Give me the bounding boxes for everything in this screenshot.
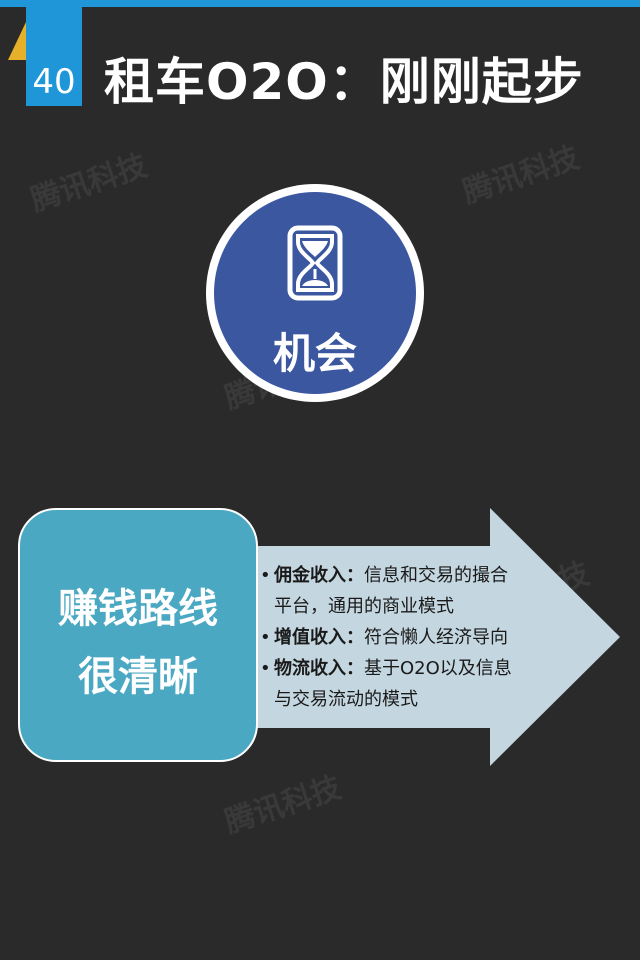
corner-accent-triangle [8,22,26,60]
revenue-item-logistics: • 物流收入：基于O2O以及信息 与交易流动的模式 [258,653,538,715]
watermark: 腾讯科技 [458,140,584,211]
watermark: 腾讯科技 [26,148,152,219]
watermark: 腾讯科技 [220,770,346,841]
bullet-dot: • [260,627,271,648]
revenue-item-title: 增值收入： [274,627,364,648]
revenue-item-title: 佣金收入： [274,565,364,586]
revenue-list: • 佣金收入：信息和交易的撮合 平台，通用的商业模式 • 增值收入：符合懒人经济… [258,560,538,715]
profit-path-line-1: 赚钱路线 [58,586,218,632]
revenue-item-text: 平台，通用的商业模式 [274,596,454,617]
bullet-dot: • [260,658,271,679]
hourglass-icon [287,225,343,301]
revenue-item-text: 与交易流动的模式 [274,689,418,710]
page-number: 40 [32,62,76,102]
opportunity-label: 机会 [272,329,357,378]
revenue-item-text: 基于O2O以及信息 [364,658,512,679]
revenue-item-commission: • 佣金收入：信息和交易的撮合 平台，通用的商业模式 [258,560,538,622]
profit-path-box: 赚钱路线 很清晰 [18,508,258,762]
top-accent-bar [0,0,640,7]
page-title: 租车O2O：刚刚起步 [104,53,584,111]
revenue-item-value-added: • 增值收入：符合懒人经济导向 [258,622,538,653]
bullet-dot: • [260,565,271,586]
page-number-badge: 40 [26,0,82,106]
profit-path-line-2: 很清晰 [78,654,198,700]
revenue-item-text: 符合懒人经济导向 [364,627,508,648]
revenue-item-title: 物流收入： [274,658,364,679]
opportunity-circle-fill: 机会 [214,192,416,394]
revenue-item-text: 信息和交易的撮合 [364,565,508,586]
opportunity-circle: 机会 [206,184,424,402]
